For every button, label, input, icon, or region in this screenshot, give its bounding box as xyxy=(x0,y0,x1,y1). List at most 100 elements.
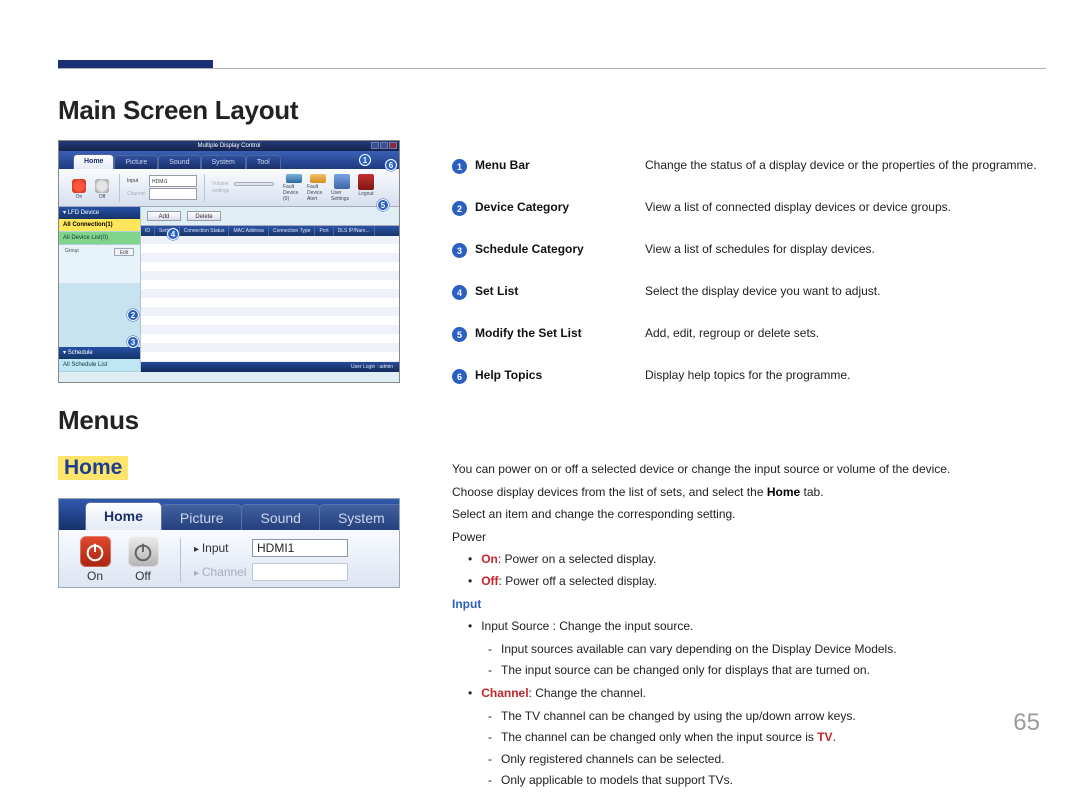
tab-picture: Picture xyxy=(114,155,158,169)
window-buttons xyxy=(371,142,397,149)
hp-tab-sound: Sound xyxy=(241,504,319,530)
prose-p1: You can power on or off a selected devic… xyxy=(452,460,1042,479)
sidebar-schedule-header: ▾ Schedule xyxy=(59,347,140,359)
home-panel-body: On Off Input HDMI1 Channel xyxy=(59,530,399,588)
hp-channel-value xyxy=(252,563,348,581)
power-on-icon xyxy=(72,179,86,193)
hp-power-off: Off xyxy=(119,536,167,583)
heading-home: Home xyxy=(58,456,128,480)
callout-6: 6 xyxy=(385,159,397,171)
status-bar: User Login : admin xyxy=(141,362,399,372)
power-on-button: On xyxy=(69,176,89,200)
legend-row-1: 1 Menu Bar Change the status of a displa… xyxy=(452,150,1042,192)
legend-row-5: 5 Modify the Set List Add, edit, regroup… xyxy=(452,318,1042,360)
hp-input-value: HDMI1 xyxy=(252,539,348,557)
prose-power-head: Power xyxy=(452,528,1042,547)
hp-tab-picture: Picture xyxy=(161,504,243,530)
legend-desc-2: View a list of connected display devices… xyxy=(645,200,1042,214)
dash-ch-1: The TV channel can be changed by using t… xyxy=(452,707,1042,726)
legend-num-2: 2 xyxy=(452,201,467,216)
hp-input-field: Input HDMI1 xyxy=(194,539,348,557)
app-window-figure: Multiple Display Control Home Picture So… xyxy=(58,140,400,383)
delete-button: Delete xyxy=(187,211,221,221)
dash-ch-3: Only registered channels can be selected… xyxy=(452,750,1042,769)
legend-label-device-category: Device Category xyxy=(475,200,645,214)
tab-sound: Sound xyxy=(158,155,200,169)
legend-num-6: 6 xyxy=(452,369,467,384)
legend-row-3: 3 Schedule Category View a list of sched… xyxy=(452,234,1042,276)
heading-main-screen-layout: Main Screen Layout xyxy=(58,95,400,126)
legend-row-6: 6 Help Topics Display help topics for th… xyxy=(452,360,1042,402)
callout-1: 1 xyxy=(359,154,371,166)
hp-input-label: Input xyxy=(194,541,252,555)
command-row: Add Delete xyxy=(141,207,399,225)
header-rule xyxy=(58,68,1046,69)
min-icon xyxy=(371,142,379,149)
callout-3: 3 xyxy=(127,336,139,348)
dash-ch-4: Only applicable to models that support T… xyxy=(452,771,1042,790)
header-accent-bar xyxy=(58,60,213,68)
legend-row-4: 4 Set List Select the display device you… xyxy=(452,276,1042,318)
add-button: Add xyxy=(147,211,181,221)
tab-system: System xyxy=(201,155,246,169)
legend-desc-5: Add, edit, regroup or delete sets. xyxy=(645,326,1042,340)
fault-alert-icon: Fault Device Alert xyxy=(307,174,329,202)
callout-5: 5 xyxy=(377,199,389,211)
legend-row-2: 2 Device Category View a list of connect… xyxy=(452,192,1042,234)
tab-tool: Tool xyxy=(246,155,281,169)
dash-input-1: Input sources available can vary dependi… xyxy=(452,640,1042,659)
user-settings-icon: User Settings xyxy=(331,174,353,202)
toolbar: On Off Input HDMI1 Channel Volu xyxy=(59,169,399,207)
prose-block: You can power on or off a selected devic… xyxy=(452,460,1042,790)
sidebar-device-header: ▾ LFD Device xyxy=(59,207,140,219)
volume-slider xyxy=(234,182,274,186)
power-off-icon xyxy=(128,536,159,567)
input-label: Input xyxy=(127,178,147,184)
menu-bar: Home Picture Sound System Tool xyxy=(59,151,399,169)
right-column: 1 Menu Bar Change the status of a displa… xyxy=(452,150,1042,794)
legend-num-1: 1 xyxy=(452,159,467,174)
fault-device-icon: Fault Device (0) xyxy=(283,174,305,202)
legend-desc-6: Display help topics for the programme. xyxy=(645,368,1042,382)
sidebar-all-connection: All Connection(1) xyxy=(59,219,140,232)
legend-num-3: 3 xyxy=(452,243,467,258)
logout-icon: Logout xyxy=(355,174,377,202)
channel-dropdown xyxy=(149,188,197,200)
hp-channel-label: Channel xyxy=(194,565,252,579)
hp-tab-home: Home xyxy=(85,502,162,530)
prose-p2: Choose display devices from the list of … xyxy=(452,483,1042,502)
sidebar-all-schedule: All Schedule List xyxy=(59,359,140,372)
bullet-off: Off: Power off a selected display. xyxy=(452,572,1042,591)
legend-num-4: 4 xyxy=(452,285,467,300)
separator xyxy=(119,174,120,202)
hp-off-label: Off xyxy=(135,569,151,583)
edit-button: Edit xyxy=(114,248,134,256)
bullet-input-source: Input Source : Change the input source. xyxy=(452,617,1042,636)
bullet-on: On: Power on a selected display. xyxy=(452,550,1042,569)
input-dropdown: HDMI1 xyxy=(149,175,197,187)
separator xyxy=(204,174,205,202)
legend-label-schedule-category: Schedule Category xyxy=(475,242,645,256)
input-heading: Input xyxy=(452,597,481,611)
legend-desc-4: Select the display device you want to ad… xyxy=(645,284,1042,298)
legend-label-modify-set-list: Modify the Set List xyxy=(475,326,645,340)
tab-home: Home xyxy=(73,154,114,169)
hp-tab-system: System xyxy=(319,504,400,530)
volume-label: Volume xyxy=(212,181,234,187)
dash-ch-2: The channel can be changed only when the… xyxy=(452,728,1042,747)
prose-p3: Select an item and change the correspond… xyxy=(452,505,1042,524)
legend-label-help-topics: Help Topics xyxy=(475,368,645,382)
sidebar-all-device-list: All Device List(0) xyxy=(59,232,140,245)
legend-label-set-list: Set List xyxy=(475,284,645,298)
set-list-grid: ID Setting Connection Status MAC Address… xyxy=(141,225,399,362)
grid-header: ID Setting Connection Status MAC Address… xyxy=(141,226,399,236)
window-title: Multiple Display Control xyxy=(197,143,260,149)
sidebar-group-box: Group Edit xyxy=(59,245,140,283)
close-icon xyxy=(389,142,397,149)
page-number: 65 xyxy=(1013,709,1040,737)
legend-table: 1 Menu Bar Change the status of a displa… xyxy=(452,150,1042,402)
callout-2: 2 xyxy=(127,309,139,321)
hp-channel-field: Channel xyxy=(194,563,348,581)
dash-input-2: The input source can be changed only for… xyxy=(452,661,1042,680)
legend-desc-3: View a list of schedules for display dev… xyxy=(645,242,1042,256)
